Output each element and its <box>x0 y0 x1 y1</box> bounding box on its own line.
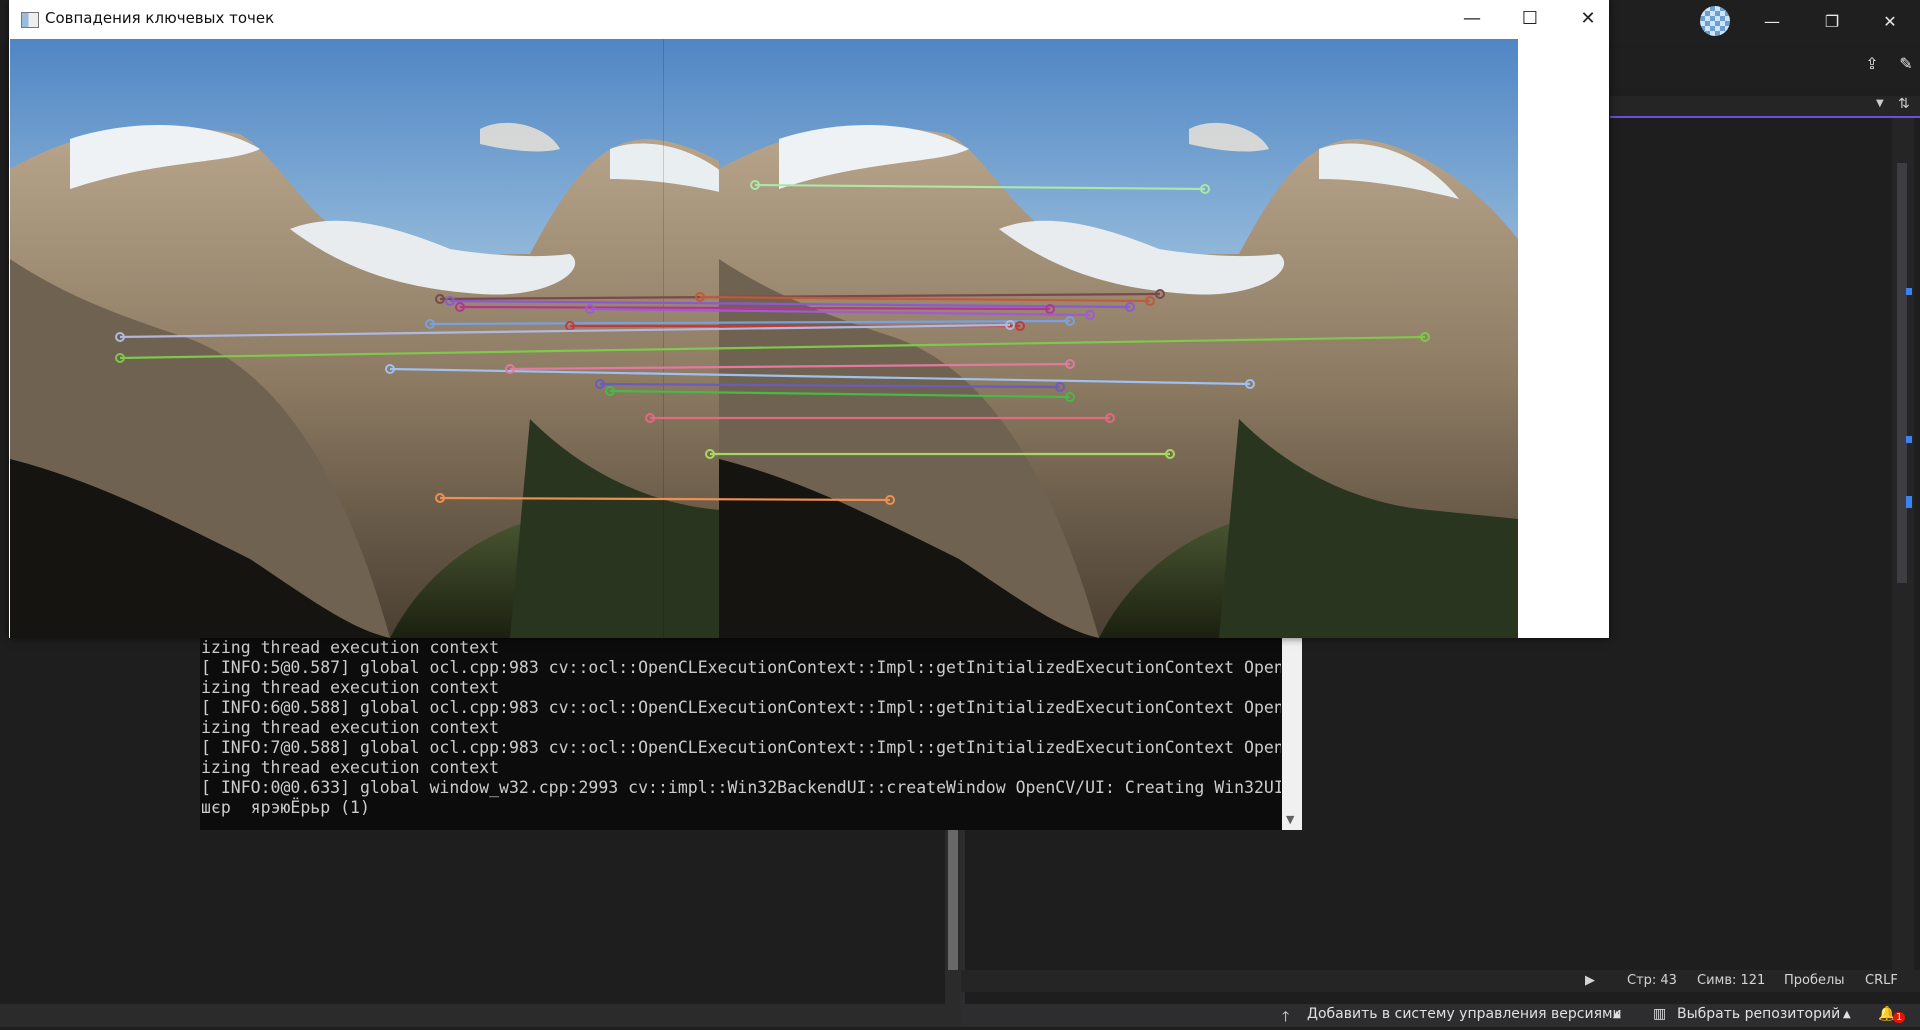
select-repo-button[interactable]: Выбрать репозиторий <box>1677 1006 1840 1022</box>
line-indicator[interactable]: Стр: 43 <box>1627 973 1677 988</box>
matches-image[interactable] <box>10 39 1608 638</box>
scroll-right-icon[interactable]: ▶ <box>1585 973 1595 988</box>
chevron-down-icon[interactable]: ▼ <box>1876 98 1884 109</box>
editor-status-strip: ▶ Стр: 43 Симв: 121 Пробелы CRLF <box>961 970 1920 992</box>
console-line: [ INFO:5@0.587] global ocl.cpp:983 cv::o… <box>201 658 1281 677</box>
console-line: шєр ярэюЁрьр (1) <box>201 798 370 817</box>
scroll-marker <box>1906 496 1912 508</box>
indent-indicator[interactable]: Пробелы <box>1784 973 1845 988</box>
scrollbar-thumb[interactable] <box>948 830 958 970</box>
matches-window[interactable]: Совпадения ключевых точек — ☐ ✕ <box>9 0 1609 638</box>
console-window[interactable]: izing thread execution context[ INFO:5@0… <box>200 638 1302 830</box>
matches-window-titlebar[interactable]: Совпадения ключевых точек — ☐ ✕ <box>9 0 1609 38</box>
console-line: izing thread execution context <box>201 678 500 697</box>
image-divider <box>663 39 664 638</box>
scroll-marker <box>1906 288 1912 295</box>
ide-close-button[interactable]: ✕ <box>1870 8 1910 36</box>
split-icon[interactable]: ⇅ <box>1898 96 1910 112</box>
avatar[interactable] <box>1700 6 1730 36</box>
scroll-marker <box>1906 436 1912 443</box>
console-line: izing thread execution context <box>201 638 500 657</box>
console-line: izing thread execution context <box>201 718 500 737</box>
notification-count: 1 <box>1893 1012 1906 1023</box>
scrollbar-thumb[interactable] <box>1897 163 1907 583</box>
add-source-control-button[interactable]: Добавить в систему управления версиями <box>1307 1006 1622 1022</box>
close-button[interactable]: ✕ <box>1559 0 1617 38</box>
console-cursor <box>201 818 1281 830</box>
console-line: [ INFO:7@0.588] global ocl.cpp:983 cv::o… <box>201 738 1281 757</box>
ide-toolbar: ⇪ ✎ ▼ ⚙ <box>1610 48 1920 112</box>
statusbar-left <box>0 1004 961 1027</box>
window-app-icon <box>21 12 39 28</box>
code-editor[interactable] <box>1610 118 1890 973</box>
console-line: [ INFO:6@0.588] global ocl.cpp:983 cv::o… <box>201 698 1281 717</box>
line-ending-indicator[interactable]: CRLF <box>1865 973 1898 988</box>
statusbar: 🡑 Добавить в систему управления версиями… <box>0 1004 1920 1027</box>
editor-tabstrip: ▼ ⇅ <box>1610 96 1920 118</box>
scroll-down-icon[interactable]: ▼ <box>1286 813 1294 826</box>
caret-up-icon: ▲ <box>1843 1009 1851 1020</box>
console-output: izing thread execution context[ INFO:5@0… <box>201 638 1281 830</box>
console-line: [ INFO:0@0.633] global window_w32.cpp:29… <box>201 778 1281 797</box>
arrow-up-icon: 🡑 <box>1282 1009 1290 1025</box>
ide-restore-button[interactable]: ❐ <box>1812 8 1852 36</box>
repo-icon: ▥ <box>1653 1006 1667 1022</box>
maximize-button[interactable]: ☐ <box>1501 0 1559 38</box>
output-scrollbar[interactable] <box>945 830 961 1008</box>
ide-minimize-button[interactable]: — <box>1752 8 1792 36</box>
minimize-button[interactable]: — <box>1443 0 1501 38</box>
output-pane <box>0 830 945 1008</box>
window-title: Совпадения ключевых точек <box>45 9 275 27</box>
editor-scrollbar[interactable] <box>1892 118 1914 973</box>
column-indicator[interactable]: Симв: 121 <box>1697 973 1765 988</box>
console-scrollbar[interactable]: ▼ <box>1282 638 1302 830</box>
caret-up-icon: ▲ <box>1613 1009 1621 1020</box>
console-line: izing thread execution context <box>201 758 500 777</box>
feedback-icon[interactable]: ✎ <box>1886 50 1920 78</box>
